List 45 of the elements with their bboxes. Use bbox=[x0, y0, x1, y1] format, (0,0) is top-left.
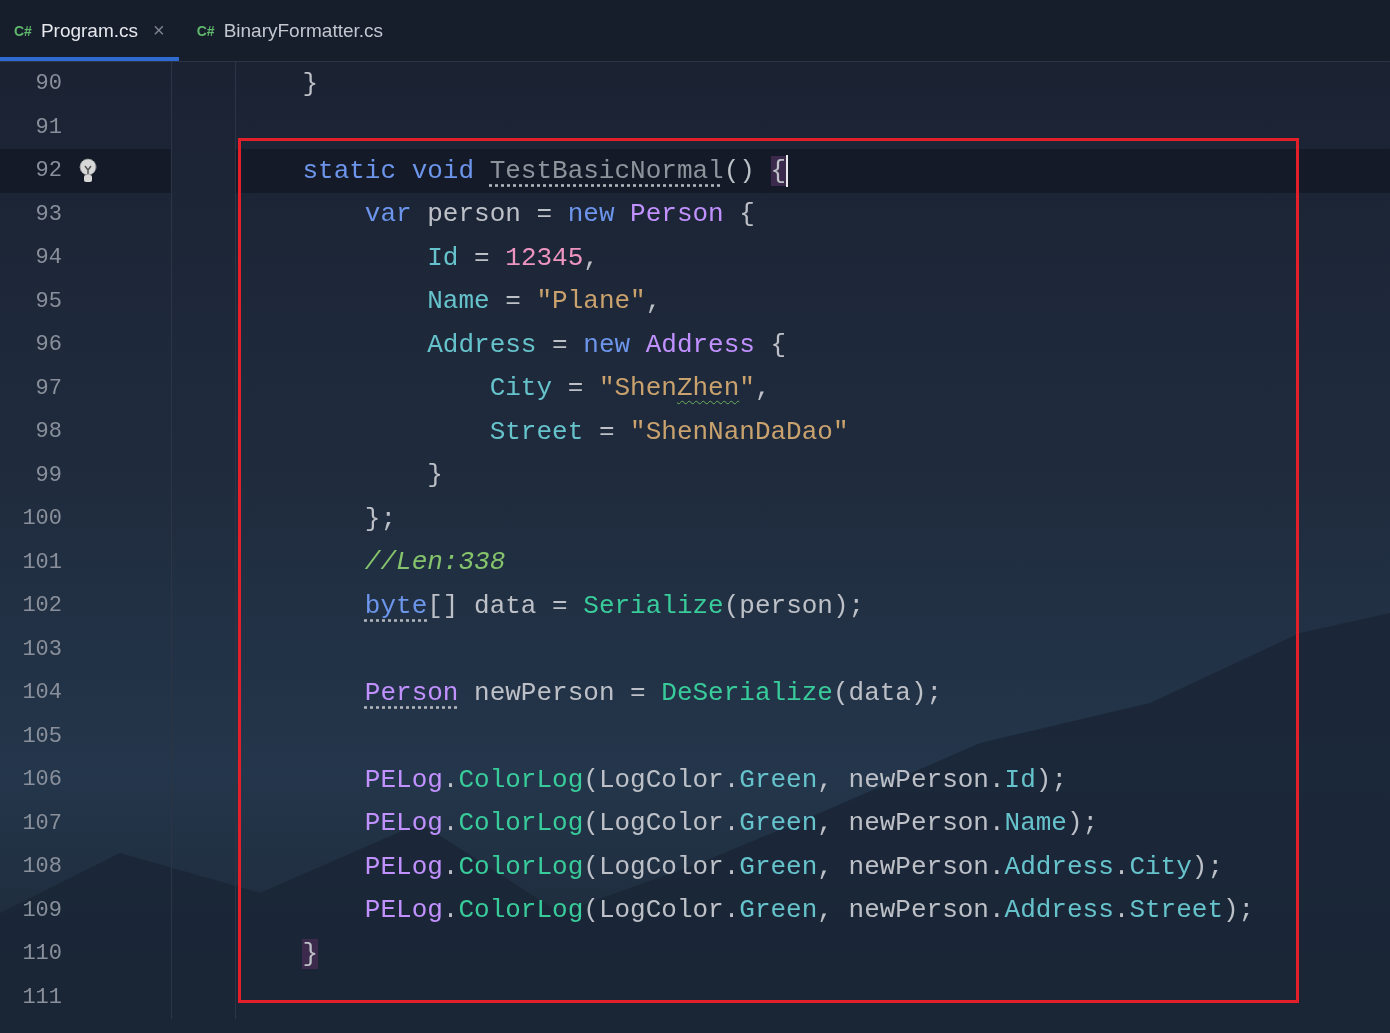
code-line: //Len:338 bbox=[363, 547, 506, 578]
code-line: Name = "Plane", bbox=[426, 286, 662, 317]
line-number: 98 bbox=[34, 419, 62, 445]
line-number: 111 bbox=[21, 984, 62, 1010]
code-line: Street = "ShenNanDaDao" bbox=[488, 416, 849, 447]
code-line: byte[] data = Serialize(person); bbox=[363, 590, 865, 621]
close-icon[interactable]: × bbox=[153, 19, 165, 42]
code-line: static void TestBasicNormal() { bbox=[301, 154, 789, 187]
code-line: var person = new Person { bbox=[363, 199, 755, 230]
csharp-file-icon: C# bbox=[14, 22, 32, 39]
line-number: 92 bbox=[34, 158, 62, 184]
line-number: 94 bbox=[34, 245, 62, 271]
line-number: 105 bbox=[21, 723, 62, 749]
editor-tab[interactable]: C# BinaryFormatter.cs bbox=[182, 0, 398, 61]
code-line: } bbox=[301, 68, 319, 99]
editor-tab[interactable]: C# Program.cs × bbox=[0, 0, 179, 61]
line-number: 110 bbox=[21, 941, 62, 967]
line-number: 104 bbox=[21, 680, 62, 706]
code-line: Address = new Address { bbox=[426, 329, 787, 360]
code-line: Id = 12345, bbox=[426, 242, 599, 273]
code-line: PELog.ColorLog(LogColor.Green, newPerson.Id); bbox=[363, 764, 1067, 795]
line-number: 91 bbox=[34, 114, 62, 140]
lightbulb-icon[interactable] bbox=[78, 156, 98, 185]
line-number: 97 bbox=[34, 375, 62, 401]
code-line: }; bbox=[363, 503, 397, 534]
code-line: City = "ShenZhen", bbox=[488, 373, 771, 404]
line-number: 106 bbox=[21, 767, 62, 793]
code-line: PELog.ColorLog(LogColor.Green, newPerson.Address.City); bbox=[363, 851, 1224, 882]
line-number: 100 bbox=[21, 506, 62, 532]
csharp-file-icon: C# bbox=[196, 22, 215, 39]
line-number: 96 bbox=[34, 332, 62, 358]
line-number: 108 bbox=[21, 854, 62, 880]
line-number: 102 bbox=[21, 593, 62, 619]
code-line: PELog.ColorLog(LogColor.Green, newPerson.Address.Street); bbox=[363, 895, 1255, 926]
line-number: 90 bbox=[34, 71, 62, 97]
code-line: } bbox=[426, 460, 443, 491]
code-line: PELog.ColorLog(LogColor.Green, newPerson.Name); bbox=[363, 808, 1099, 839]
code-line: Person newPerson = DeSerialize(data); bbox=[363, 677, 943, 708]
line-number: 99 bbox=[34, 462, 62, 488]
line-number: 103 bbox=[21, 636, 62, 662]
line-number: 95 bbox=[34, 288, 62, 314]
line-number: 93 bbox=[34, 201, 62, 227]
line-number: 101 bbox=[21, 549, 62, 575]
line-number: 107 bbox=[21, 810, 62, 836]
line-number: 109 bbox=[21, 897, 62, 923]
